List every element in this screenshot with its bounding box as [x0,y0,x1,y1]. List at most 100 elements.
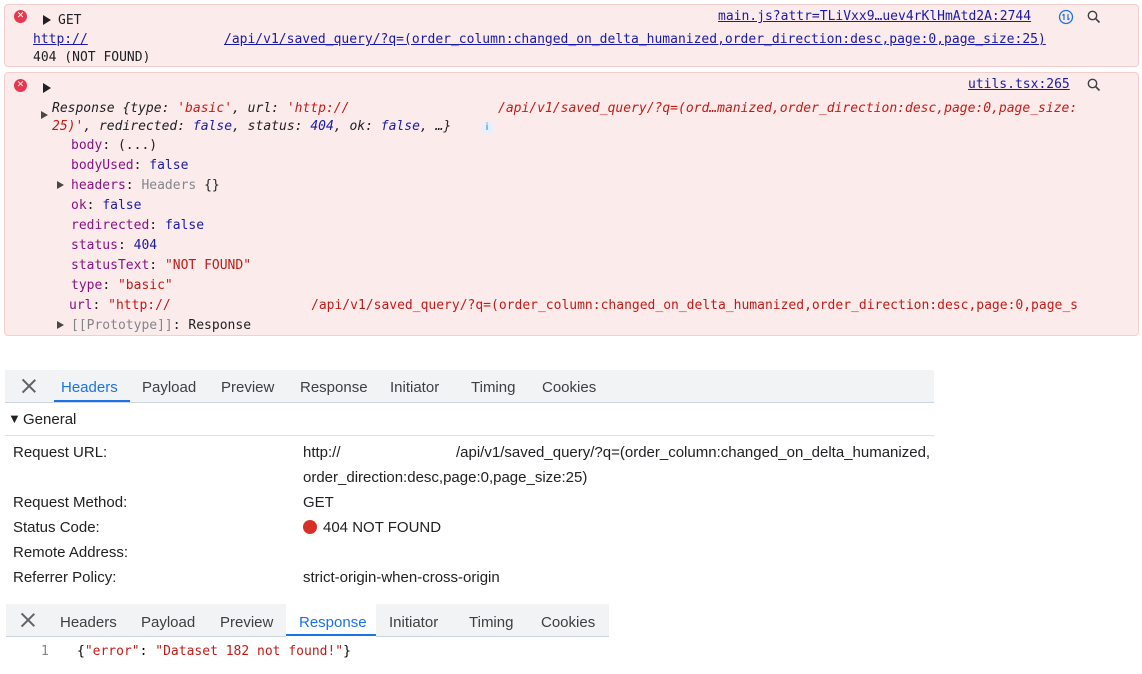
prop-redirected: redirected: false [71,218,205,233]
summary-redirected-label: , redirected: [83,119,193,134]
expand-prototype-icon[interactable] [57,321,64,329]
prop-url: url: "http:///api/v1/saved_query/?q=(ord… [69,298,1079,313]
summary-ok-label: , ok: [333,119,381,134]
prop-body[interactable]: body: (...) [71,138,157,153]
console-error-get-404: ✕ GET main.js?attr=TLiVxx9…uev4rKlHmAtd2… [4,4,1139,67]
prop-key: body [71,138,103,153]
tab-payload[interactable]: Payload [142,379,196,396]
prop-statustext: statusText: "NOT FOUND" [71,258,252,273]
prop-value-prefix: "http:// [108,298,171,313]
prop-value: Response [188,318,252,333]
close-icon[interactable] [21,378,37,394]
tab-initiator[interactable]: Initiator [390,379,439,396]
json-value: "Dataset 182 not found!" [155,644,344,659]
line-number: 1 [41,644,49,659]
active-tab-indicator [54,400,130,402]
general-section-header[interactable]: ▼ General [5,403,934,436]
summary-redirected-value: false [192,119,233,134]
network-response-panel: Headers Payload Preview Response Initiat… [6,604,609,674]
prop-key: status [71,238,118,253]
collapse-triangle-icon[interactable]: ▼ [8,411,21,426]
source-link[interactable]: utils.tsx:265 [968,77,1070,92]
tab-preview[interactable]: Preview [221,379,274,396]
console-error-response: ✕ utils.tsx:265 Response {type: 'basic',… [4,72,1139,336]
request-url-label: Request URL: [13,444,108,461]
remote-address-label: Remote Address: [13,544,129,561]
prop-bodyused: bodyUsed: false [71,158,189,173]
prop-type: Headers [141,178,197,193]
close-icon[interactable] [20,612,36,628]
network-request-icon[interactable] [1058,9,1074,25]
summary-end: , …} [419,119,452,134]
expand-triangle-icon[interactable] [43,15,51,25]
prop-headers[interactable]: headers: Headers {} [71,178,220,193]
status-code-value: 404 NOT FOUND [323,519,442,536]
response-body[interactable]: {"error": "Dataset 182 not found!"} [77,644,351,659]
tab-headers[interactable]: Headers [61,379,118,396]
tab-cookies[interactable]: Cookies [541,614,595,631]
prop-value: false [164,218,205,233]
prop-key: bodyUsed [71,158,134,173]
section-title: General [23,411,77,428]
summary-url-label: , url: [232,101,287,116]
status-text: 404 (NOT FOUND) [33,50,151,65]
prop-key: [[Prototype]] [71,318,173,333]
summary-url-path: /api/v1/saved_query/?q=(ord…manized,orde… [498,101,1078,116]
info-icon[interactable]: i [481,122,493,134]
json-brace-open: { [77,644,85,659]
prop-key: statusText [71,258,150,273]
summary-prefix: Response {type: [52,101,178,116]
request-url-prefix[interactable]: http:// [33,32,88,47]
tab-payload[interactable]: Payload [141,614,195,631]
referrer-policy-label: Referrer Policy: [13,569,117,586]
tab-timing[interactable]: Timing [471,379,515,396]
prop-status: status: 404 [71,238,158,253]
tab-response[interactable]: Response [299,614,367,631]
tab-cookies[interactable]: Cookies [542,379,596,396]
request-url-path[interactable]: /api/v1/saved_query/?q=(order_column:cha… [224,32,1046,47]
search-icon[interactable] [1087,10,1101,24]
request-url-value: /api/v1/saved_query/?q=(order_column:cha… [456,444,931,461]
prop-key: type [71,278,103,293]
json-colon: : [139,644,156,659]
response-summary-line1[interactable]: Response {type: 'basic', url: 'http:// /a… [52,101,1077,116]
summary-url-value: 'http:// [286,101,350,116]
prop-value: false [149,158,189,173]
tab-preview[interactable]: Preview [220,614,273,631]
prop-value[interactable]: (...) [118,138,157,153]
status-code-label: Status Code: [13,519,100,536]
tab-response[interactable]: Response [300,379,368,396]
request-url-value-cont: order_direction:desc,page:0,page_size:25… [303,469,588,486]
prop-type: type: "basic" [71,278,173,293]
json-key: "error" [84,644,140,659]
expand-response-icon[interactable] [41,111,48,119]
tab-initiator[interactable]: Initiator [389,614,438,631]
error-icon: ✕ [14,10,27,23]
expand-headers-icon[interactable] [57,181,64,189]
prop-value: {} [204,178,220,193]
tab-headers[interactable]: Headers [60,614,117,631]
prop-value-path: /api/v1/saved_query/?q=(order_column:cha… [311,298,1079,313]
prop-value: "basic" [117,278,173,293]
active-tab-indicator [286,634,376,636]
prop-key: redirected [71,218,150,233]
expand-triangle-icon[interactable] [43,83,51,93]
prop-key: ok [71,198,87,213]
search-icon[interactable] [1087,78,1101,92]
referrer-policy-value: strict-origin-when-cross-origin [303,569,500,586]
request-url-prefix: http:// [303,444,341,461]
request-method-label: Request Method: [13,494,128,511]
summary-status-value: 404 [310,119,334,134]
json-brace-close: } [343,644,351,659]
tab-timing[interactable]: Timing [469,614,513,631]
prop-ok: ok: false [71,198,142,213]
prop-prototype[interactable]: [[Prototype]]: Response [71,318,251,333]
source-link[interactable]: main.js?attr=TLiVxx9…uev4rKlHmAtd2A:2744 [718,9,1031,24]
response-summary-line2[interactable]: 25)', redirected: false, status: 404, ok… [52,119,451,134]
tab-bar: Headers Payload Preview Response Initiat… [5,370,934,403]
prop-value: false [102,198,142,213]
prop-value: 404 [133,238,158,253]
prop-value: "NOT FOUND" [164,258,252,273]
tab-bar: Headers Payload Preview Response Initiat… [6,604,609,637]
request-method: GET [58,13,82,28]
